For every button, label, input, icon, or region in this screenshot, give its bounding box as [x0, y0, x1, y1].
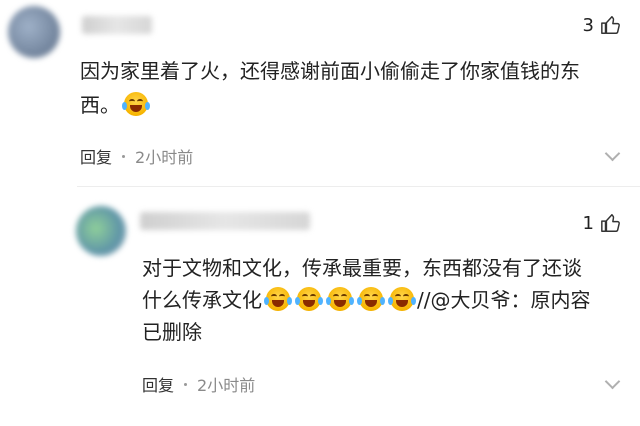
- separator-dot: [184, 382, 188, 386]
- username-blurred[interactable]: [82, 16, 152, 34]
- laughing-tears-emoji-icon: [264, 287, 292, 311]
- like-count: 3: [582, 14, 594, 36]
- avatar[interactable]: [8, 6, 60, 58]
- comment-text-line: 西。: [80, 88, 580, 122]
- username-blurred[interactable]: [140, 212, 310, 230]
- reply-button[interactable]: 回复: [142, 372, 174, 396]
- chevron-down-icon[interactable]: [604, 145, 621, 162]
- comment-text-line: 对于文物和文化，传承最重要，东西都没有了还谈: [142, 256, 582, 280]
- divider: [77, 186, 640, 187]
- comment-text-line: 什么传承文化 //@大贝爷：原内容: [142, 284, 590, 316]
- laughing-tears-emoji-icon: [357, 287, 385, 311]
- comment-text-end: 西。: [80, 93, 120, 117]
- timestamp: 2小时前: [135, 148, 194, 167]
- like-button[interactable]: 3: [583, 14, 622, 36]
- separator-dot: [122, 154, 126, 158]
- thumbs-up-icon: [601, 214, 620, 232]
- like-count: 1: [582, 212, 594, 234]
- timestamp: 2小时前: [197, 376, 256, 395]
- comment-text-line: 因为家里着了火，还得感谢前面小偷偷走了你家值钱的东: [80, 59, 580, 83]
- laughing-tears-emoji-icon: [326, 287, 354, 311]
- like-button[interactable]: 1: [583, 212, 622, 234]
- comment-text: 对于文物和文化，传承最重要，东西都没有了还谈 什么传承文化//@大贝爷：原内容 …: [142, 252, 590, 348]
- avatar[interactable]: [76, 206, 126, 256]
- thumbs-up-icon: [601, 16, 620, 34]
- comment-text-segment: 什么传承文化: [142, 288, 262, 312]
- repost-mention[interactable]: //@大贝爷：原内容: [417, 288, 590, 312]
- comment-text: 因为家里着了火，还得感谢前面小偷偷走了你家值钱的东 西。: [80, 54, 580, 122]
- laughing-tears-emoji-icon: [388, 287, 416, 311]
- laughing-tears-emoji-icon: [122, 92, 150, 116]
- comment-actions: 回复 2小时前: [80, 144, 193, 168]
- comment-actions: 回复 2小时前: [142, 372, 255, 396]
- laughing-tears-emoji-icon: [295, 287, 323, 311]
- comment-text-line: 已删除: [142, 320, 202, 344]
- chevron-down-icon[interactable]: [604, 373, 621, 390]
- reply-button[interactable]: 回复: [80, 144, 112, 168]
